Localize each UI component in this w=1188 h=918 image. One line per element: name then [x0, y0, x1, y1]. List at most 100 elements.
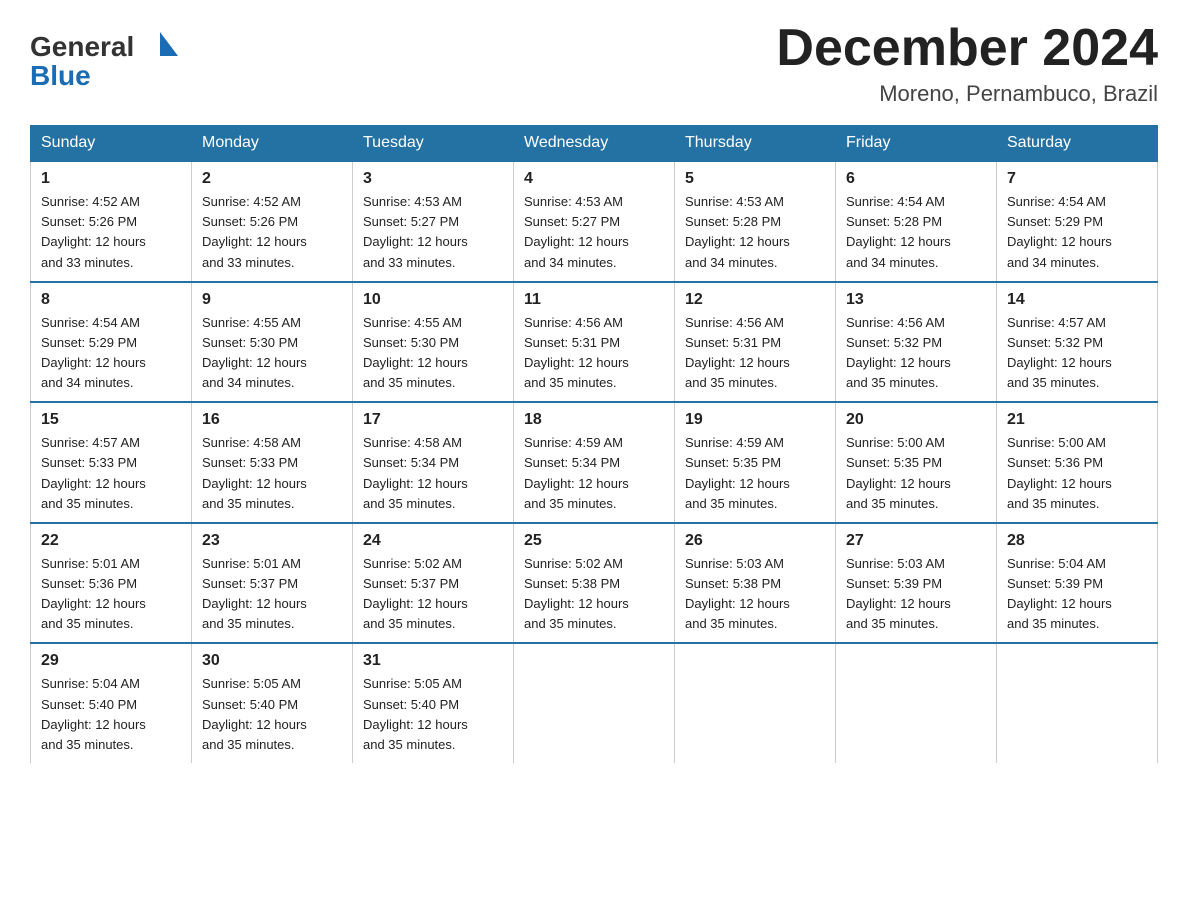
day-info: Sunrise: 4:57 AM Sunset: 5:33 PM Dayligh…	[41, 433, 181, 514]
calendar-cell	[675, 643, 836, 763]
daylight-label: Daylight: 12 hours	[202, 717, 307, 732]
daylight-label: Daylight: 12 hours	[524, 596, 629, 611]
daylight-label: Daylight: 12 hours	[846, 596, 951, 611]
daylight-label: Daylight: 12 hours	[685, 355, 790, 370]
day-number: 11	[524, 291, 664, 309]
daylight-label: Daylight: 12 hours	[524, 234, 629, 249]
sunset-label: Sunset: 5:34 PM	[363, 455, 459, 470]
calendar-cell: 24 Sunrise: 5:02 AM Sunset: 5:37 PM Dayl…	[353, 523, 514, 644]
sunset-label: Sunset: 5:38 PM	[685, 576, 781, 591]
sunrise-label: Sunrise: 5:04 AM	[41, 676, 140, 691]
daylight-minutes: and 35 minutes.	[524, 496, 617, 511]
day-number: 1	[41, 170, 181, 188]
daylight-label: Daylight: 12 hours	[685, 234, 790, 249]
daylight-label: Daylight: 12 hours	[202, 476, 307, 491]
day-number: 20	[846, 411, 986, 429]
week-row-4: 22 Sunrise: 5:01 AM Sunset: 5:36 PM Dayl…	[31, 523, 1158, 644]
day-info: Sunrise: 5:01 AM Sunset: 5:36 PM Dayligh…	[41, 554, 181, 635]
calendar-cell: 2 Sunrise: 4:52 AM Sunset: 5:26 PM Dayli…	[192, 161, 353, 282]
sunset-label: Sunset: 5:27 PM	[524, 214, 620, 229]
day-header-sunday: Sunday	[31, 126, 192, 162]
day-info: Sunrise: 4:55 AM Sunset: 5:30 PM Dayligh…	[363, 313, 503, 394]
calendar-cell: 9 Sunrise: 4:55 AM Sunset: 5:30 PM Dayli…	[192, 282, 353, 403]
sunset-label: Sunset: 5:28 PM	[685, 214, 781, 229]
sunrise-label: Sunrise: 4:59 AM	[685, 435, 784, 450]
sunset-label: Sunset: 5:37 PM	[363, 576, 459, 591]
sunrise-label: Sunrise: 5:02 AM	[363, 556, 462, 571]
day-info: Sunrise: 5:02 AM Sunset: 5:38 PM Dayligh…	[524, 554, 664, 635]
page-header: General Blue December 2024 Moreno, Perna…	[30, 20, 1158, 107]
daylight-minutes: and 34 minutes.	[1007, 255, 1100, 270]
sunrise-label: Sunrise: 4:58 AM	[363, 435, 462, 450]
day-number: 13	[846, 291, 986, 309]
day-number: 25	[524, 532, 664, 550]
daylight-minutes: and 34 minutes.	[685, 255, 778, 270]
calendar-cell: 17 Sunrise: 4:58 AM Sunset: 5:34 PM Dayl…	[353, 402, 514, 523]
day-number: 29	[41, 652, 181, 670]
day-info: Sunrise: 5:04 AM Sunset: 5:39 PM Dayligh…	[1007, 554, 1147, 635]
day-info: Sunrise: 4:57 AM Sunset: 5:32 PM Dayligh…	[1007, 313, 1147, 394]
sunrise-label: Sunrise: 4:59 AM	[524, 435, 623, 450]
daylight-label: Daylight: 12 hours	[685, 476, 790, 491]
daylight-minutes: and 35 minutes.	[363, 375, 456, 390]
sunset-label: Sunset: 5:30 PM	[202, 335, 298, 350]
calendar-cell: 15 Sunrise: 4:57 AM Sunset: 5:33 PM Dayl…	[31, 402, 192, 523]
sunrise-label: Sunrise: 4:55 AM	[202, 315, 301, 330]
daylight-label: Daylight: 12 hours	[1007, 234, 1112, 249]
daylight-label: Daylight: 12 hours	[41, 476, 146, 491]
sunset-label: Sunset: 5:27 PM	[363, 214, 459, 229]
week-row-5: 29 Sunrise: 5:04 AM Sunset: 5:40 PM Dayl…	[31, 643, 1158, 763]
sunset-label: Sunset: 5:33 PM	[41, 455, 137, 470]
daylight-label: Daylight: 12 hours	[202, 234, 307, 249]
daylight-label: Daylight: 12 hours	[202, 355, 307, 370]
daylight-label: Daylight: 12 hours	[202, 596, 307, 611]
sunrise-label: Sunrise: 5:01 AM	[202, 556, 301, 571]
sunrise-label: Sunrise: 4:57 AM	[41, 435, 140, 450]
sunset-label: Sunset: 5:26 PM	[41, 214, 137, 229]
daylight-label: Daylight: 12 hours	[41, 355, 146, 370]
day-number: 19	[685, 411, 825, 429]
calendar-table: SundayMondayTuesdayWednesdayThursdayFrid…	[30, 125, 1158, 763]
daylight-label: Daylight: 12 hours	[524, 476, 629, 491]
sunset-label: Sunset: 5:30 PM	[363, 335, 459, 350]
sunrise-label: Sunrise: 5:00 AM	[1007, 435, 1106, 450]
daylight-minutes: and 35 minutes.	[524, 616, 617, 631]
day-number: 9	[202, 291, 342, 309]
calendar-cell: 10 Sunrise: 4:55 AM Sunset: 5:30 PM Dayl…	[353, 282, 514, 403]
calendar-cell: 31 Sunrise: 5:05 AM Sunset: 5:40 PM Dayl…	[353, 643, 514, 763]
day-number: 16	[202, 411, 342, 429]
daylight-label: Daylight: 12 hours	[363, 596, 468, 611]
day-info: Sunrise: 5:01 AM Sunset: 5:37 PM Dayligh…	[202, 554, 342, 635]
calendar-cell: 27 Sunrise: 5:03 AM Sunset: 5:39 PM Dayl…	[836, 523, 997, 644]
daylight-minutes: and 35 minutes.	[41, 737, 134, 752]
day-header-saturday: Saturday	[997, 126, 1158, 162]
week-row-2: 8 Sunrise: 4:54 AM Sunset: 5:29 PM Dayli…	[31, 282, 1158, 403]
day-number: 26	[685, 532, 825, 550]
calendar-cell	[514, 643, 675, 763]
calendar-cell: 20 Sunrise: 5:00 AM Sunset: 5:35 PM Dayl…	[836, 402, 997, 523]
sunset-label: Sunset: 5:40 PM	[363, 697, 459, 712]
day-number: 8	[41, 291, 181, 309]
daylight-label: Daylight: 12 hours	[363, 476, 468, 491]
daylight-minutes: and 34 minutes.	[202, 375, 295, 390]
calendar-cell: 23 Sunrise: 5:01 AM Sunset: 5:37 PM Dayl…	[192, 523, 353, 644]
sunset-label: Sunset: 5:37 PM	[202, 576, 298, 591]
day-info: Sunrise: 5:00 AM Sunset: 5:36 PM Dayligh…	[1007, 433, 1147, 514]
day-number: 6	[846, 170, 986, 188]
daylight-minutes: and 35 minutes.	[202, 616, 295, 631]
daylight-minutes: and 34 minutes.	[524, 255, 617, 270]
day-header-tuesday: Tuesday	[353, 126, 514, 162]
day-number: 5	[685, 170, 825, 188]
day-info: Sunrise: 4:52 AM Sunset: 5:26 PM Dayligh…	[202, 192, 342, 273]
day-number: 18	[524, 411, 664, 429]
calendar-cell: 26 Sunrise: 5:03 AM Sunset: 5:38 PM Dayl…	[675, 523, 836, 644]
day-info: Sunrise: 4:52 AM Sunset: 5:26 PM Dayligh…	[41, 192, 181, 273]
daylight-minutes: and 35 minutes.	[363, 496, 456, 511]
daylight-minutes: and 35 minutes.	[1007, 616, 1100, 631]
sunset-label: Sunset: 5:35 PM	[846, 455, 942, 470]
daylight-minutes: and 34 minutes.	[846, 255, 939, 270]
location: Moreno, Pernambuco, Brazil	[776, 81, 1158, 107]
daylight-label: Daylight: 12 hours	[1007, 596, 1112, 611]
sunset-label: Sunset: 5:38 PM	[524, 576, 620, 591]
day-number: 4	[524, 170, 664, 188]
